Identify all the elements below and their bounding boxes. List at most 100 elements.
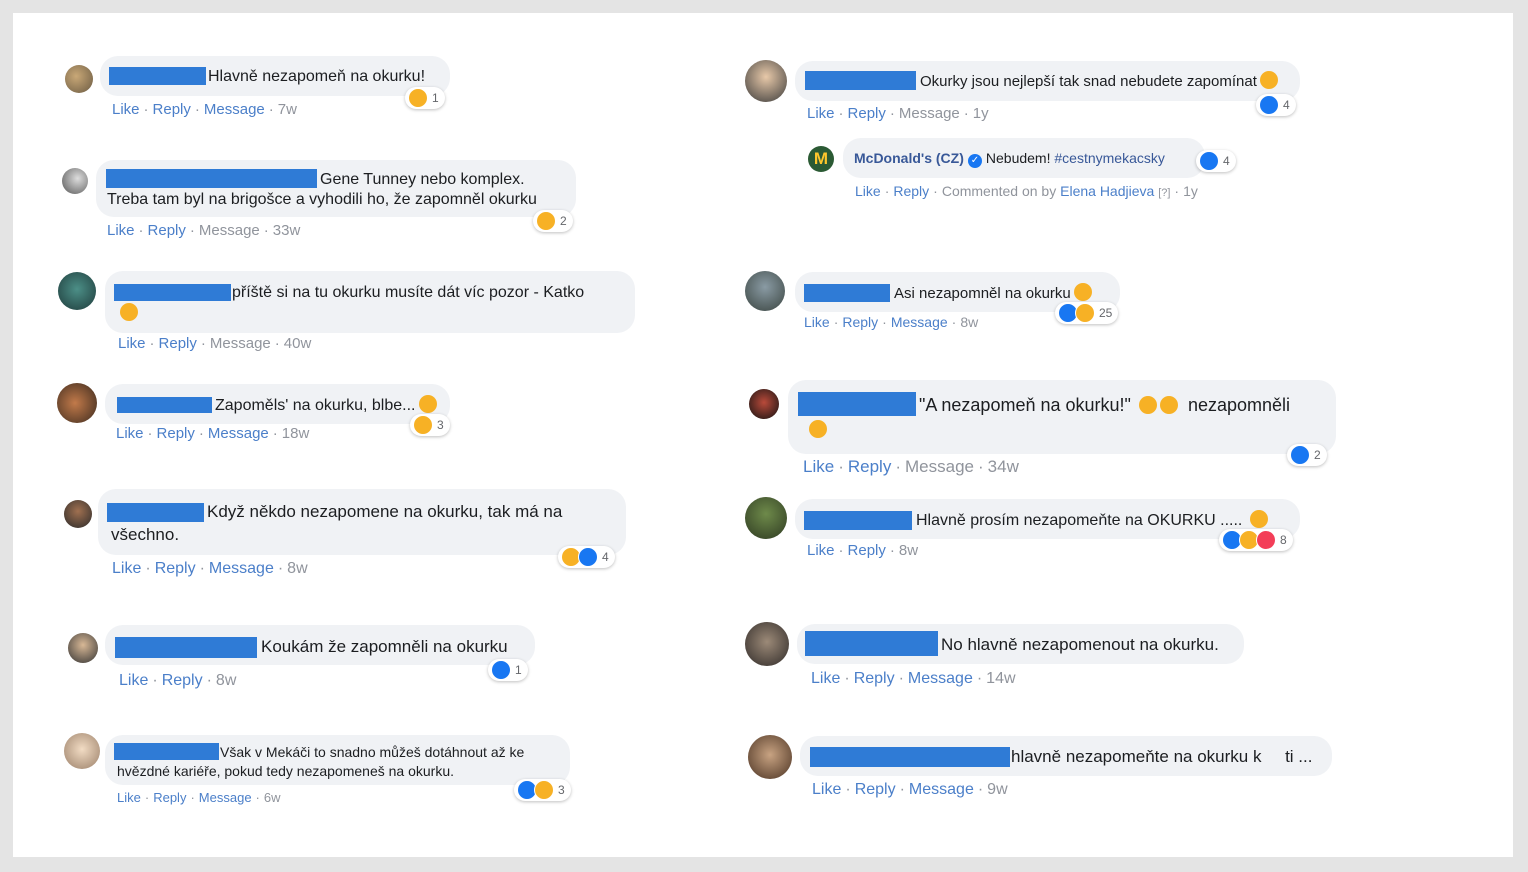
redacted-name (115, 637, 257, 658)
reply-link[interactable]: Reply (848, 105, 886, 122)
reaction-count[interactable]: 3 (514, 779, 571, 801)
redacted-name (109, 67, 206, 85)
like-link[interactable]: Like (855, 183, 881, 199)
reply-link[interactable]: Reply (153, 790, 186, 805)
message-link[interactable]: Message (908, 670, 973, 687)
message-link[interactable]: Message (209, 560, 274, 577)
reply-link[interactable]: Reply (159, 335, 197, 352)
haha-icon (1075, 303, 1095, 323)
like-link[interactable]: Like (118, 335, 146, 352)
avatar[interactable] (57, 383, 97, 423)
comment-text: hvězdné kariéře, pokud tedy nezapomeneš … (117, 763, 454, 779)
message-link[interactable]: Message (905, 457, 974, 476)
message-link[interactable]: Message (909, 781, 974, 798)
comment-actions: Like · Reply · Message · 18w (116, 425, 310, 442)
message-link[interactable]: Message (899, 105, 960, 122)
like-icon (1199, 151, 1219, 171)
reaction-count[interactable]: 3 (410, 414, 450, 436)
hashtag-link[interactable]: #cestnymekacsky (1054, 150, 1164, 166)
timestamp: 8w (898, 542, 919, 559)
comment-text: No hlavně nezapomenout na okurku. (941, 635, 1219, 654)
reply-link[interactable]: Reply (162, 672, 203, 689)
comment-actions: Like · Reply · Message · 7w (112, 101, 297, 118)
like-link[interactable]: Like (116, 425, 144, 442)
message-link[interactable]: Message (199, 222, 260, 239)
reaction-count[interactable]: 8 (1219, 529, 1293, 551)
reply-link[interactable]: Reply (157, 425, 195, 442)
reaction-count[interactable]: 2 (1287, 444, 1327, 466)
message-link[interactable]: Message (199, 790, 252, 805)
like-link[interactable]: Like (112, 560, 141, 577)
reply-link[interactable]: Reply (893, 183, 929, 199)
like-link[interactable]: Like (119, 672, 148, 689)
like-link[interactable]: Like (807, 105, 835, 122)
avatar[interactable] (745, 60, 787, 102)
like-link[interactable]: Like (117, 790, 141, 805)
reply-link[interactable]: Reply (855, 781, 896, 798)
reaction-count[interactable]: 4 (558, 546, 615, 568)
like-link[interactable]: Like (107, 222, 135, 239)
redacted-name (114, 743, 219, 760)
timestamp: 40w (283, 335, 312, 352)
author-link[interactable]: Elena Hadjieva (1060, 183, 1154, 199)
reply-link[interactable]: Reply (854, 670, 895, 687)
avatar[interactable] (58, 272, 96, 310)
redacted-name (804, 284, 890, 302)
comment-bubble: Okurky jsou nejlepší tak snad nebudete z… (795, 61, 1300, 101)
love-icon (1256, 530, 1276, 550)
reply-link[interactable]: Reply (848, 542, 886, 559)
reply-link[interactable]: Reply (155, 560, 196, 577)
like-link[interactable]: Like (803, 457, 834, 476)
avatar[interactable] (68, 633, 98, 663)
reaction-count[interactable]: 4 (1256, 94, 1296, 116)
timestamp: 7w (277, 101, 297, 118)
reply-link[interactable]: Reply (148, 222, 186, 239)
avatar[interactable] (64, 733, 100, 769)
haha-icon (534, 780, 554, 800)
reaction-count[interactable]: 2 (533, 210, 573, 232)
message-link[interactable]: Message (210, 335, 271, 352)
reaction-count[interactable]: 1 (405, 87, 445, 109)
comment-text: Koukám že zapomněli na okurku (261, 637, 508, 656)
redacted-name (810, 747, 1010, 767)
laughing-emoji (1159, 396, 1178, 414)
reply-link[interactable]: Reply (153, 101, 191, 118)
comment-actions: Like · Reply · Message · 33w (107, 222, 301, 239)
like-link[interactable]: Like (811, 670, 840, 687)
reaction-count[interactable]: 25 (1055, 302, 1119, 324)
avatar[interactable] (748, 735, 792, 779)
like-icon (491, 660, 511, 680)
comment-actions: Like · Reply · Message · 8w (804, 314, 979, 330)
reply-link[interactable]: Reply (848, 457, 891, 476)
like-link[interactable]: Like (807, 542, 835, 559)
avatar[interactable] (749, 389, 779, 419)
timestamp: 33w (272, 222, 301, 239)
mcdonalds-logo[interactable]: M (808, 146, 834, 172)
comment-bubble: Zapoměls' na okurku, blbe... (105, 384, 450, 424)
comment-actions: Like · Reply · Message · 9w (812, 781, 1008, 798)
message-link[interactable]: Message (208, 425, 269, 442)
like-link[interactable]: Like (112, 101, 140, 118)
avatar[interactable] (745, 622, 789, 666)
smile-emoji (418, 395, 437, 413)
avatar[interactable] (745, 271, 785, 311)
message-link[interactable]: Message (891, 314, 948, 330)
comment-bubble: Hlavně nezapomeň na okurku! (100, 56, 450, 96)
reaction-count[interactable]: 4 (1196, 150, 1236, 172)
like-link[interactable]: Like (812, 781, 841, 798)
haha-icon (408, 88, 428, 108)
comment-actions: Like · Reply · Message · 1y (807, 105, 989, 122)
comment-bubble: Však v Mekáči to snadno můžeš dotáhnout … (105, 735, 570, 785)
avatar[interactable] (64, 500, 92, 528)
page-name-link[interactable]: McDonald's (CZ) (854, 150, 964, 166)
comment-actions: Like · Reply · Message · 8w (112, 560, 308, 577)
like-link[interactable]: Like (804, 314, 830, 330)
avatar[interactable] (62, 168, 88, 194)
reaction-count[interactable]: 1 (488, 659, 528, 681)
avatar[interactable] (65, 65, 93, 93)
avatar[interactable] (745, 497, 787, 539)
message-link[interactable]: Message (204, 101, 265, 118)
redacted-name (114, 284, 231, 301)
reply-link[interactable]: Reply (842, 314, 878, 330)
laughing-emoji (1138, 396, 1157, 414)
